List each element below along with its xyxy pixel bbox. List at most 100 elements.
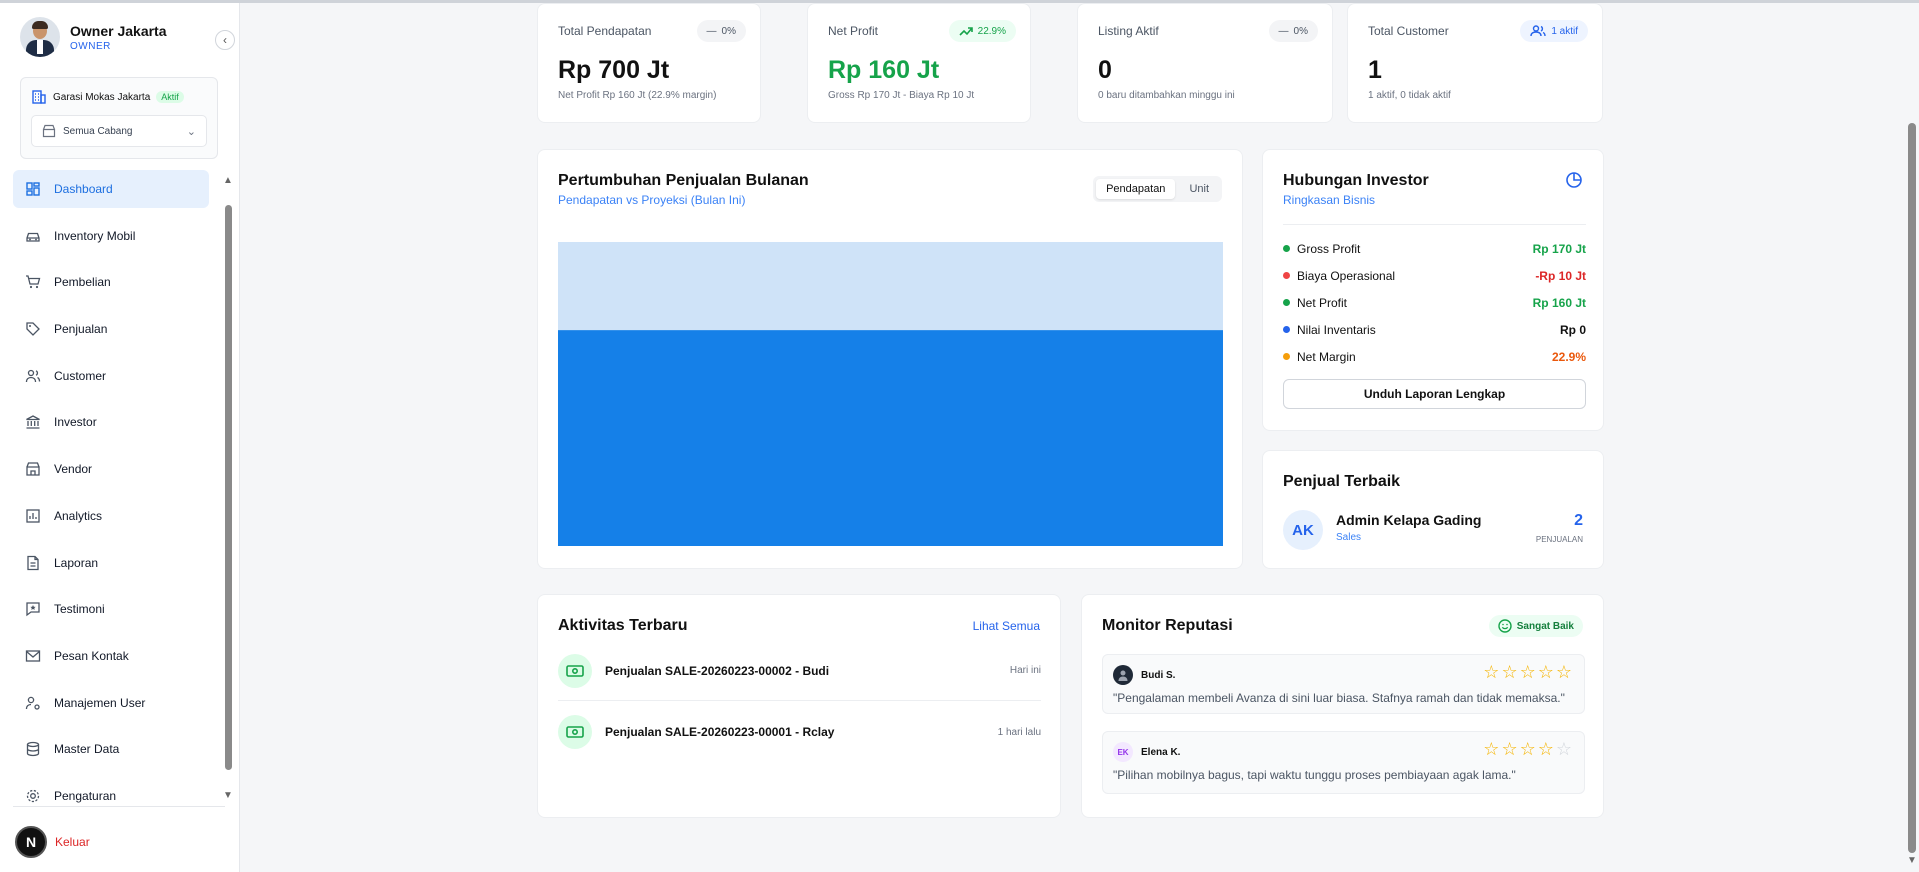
sidebar-item-pembelian[interactable]: Pembelian — [13, 263, 209, 301]
scroll-down-icon[interactable]: ▼ — [1907, 855, 1917, 866]
stat-sub: 1 aktif, 0 tidak aktif — [1368, 90, 1451, 101]
sidebar-item-dashboard[interactable]: Dashboard — [13, 170, 209, 208]
download-report-button[interactable]: Unduh Laporan Lengkap — [1283, 379, 1586, 409]
store-icon — [25, 461, 41, 477]
sidebar-item-penjualan[interactable]: Penjualan — [13, 310, 209, 348]
chart-toggle: Pendapatan Unit — [1093, 176, 1222, 202]
smile-icon — [1498, 619, 1512, 633]
tag-icon — [25, 321, 41, 337]
stat-title: Total Customer — [1368, 24, 1449, 38]
sidebar-item-label: Master Data — [54, 742, 120, 757]
star-filled-icon: ☆ — [1501, 662, 1520, 682]
star-filled-icon: ☆ — [1537, 739, 1556, 759]
activity-time: 1 hari lalu — [997, 726, 1041, 738]
star-empty-icon: ☆ — [1555, 739, 1574, 759]
reviewer-name: Elena K. — [1141, 746, 1181, 758]
activity-text: Penjualan SALE-20260223-00002 - Budi — [605, 663, 830, 678]
sidebar-scrollbar[interactable]: ▲ ▼ — [223, 175, 233, 805]
user-profile[interactable]: Owner Jakarta OWNER — [20, 17, 167, 57]
star-filled-icon: ☆ — [1483, 662, 1502, 682]
investor-title: Hubungan Investor — [1283, 172, 1429, 189]
seller-role: Sales — [1336, 532, 1362, 543]
chevron-down-icon: ⌄ — [186, 125, 196, 138]
activity-title: Aktivitas Terbaru — [558, 617, 688, 634]
mail-icon — [25, 648, 41, 664]
investor-row: Nilai Inventaris Rp 0 — [1283, 316, 1586, 343]
review-text: "Pengalaman membeli Avanza di sini luar … — [1113, 691, 1565, 705]
toggle-pendapatan[interactable]: Pendapatan — [1096, 179, 1176, 199]
star-filled-icon: ☆ — [1519, 739, 1538, 759]
scroll-up-icon[interactable]: ▲ — [223, 175, 233, 186]
sidebar-item-master-data[interactable]: Master Data — [13, 730, 209, 768]
sidebar-item-investor[interactable]: Investor — [13, 403, 209, 441]
investor-card: Hubungan Investor Ringkasan Bisnis Gross… — [1262, 149, 1604, 431]
sidebar-item-testimoni[interactable]: Testimoni — [13, 590, 209, 628]
top-seller-card: Penjual Terbaik AK Admin Kelapa Gading S… — [1262, 450, 1604, 569]
rating-stars: ☆☆☆☆☆ — [1483, 662, 1574, 683]
investor-row-value: Rp 160 Jt — [1532, 295, 1586, 310]
pie-chart-icon[interactable] — [1565, 171, 1583, 189]
sidebar-item-pesan-kontak[interactable]: Pesan Kontak — [13, 637, 209, 675]
page-scrollbar[interactable]: ▼ — [1905, 3, 1919, 872]
divider — [13, 806, 225, 807]
sidebar-item-label: Pesan Kontak — [54, 648, 129, 663]
logout-button[interactable]: N Keluar — [15, 826, 90, 858]
analytics-icon — [25, 508, 41, 524]
star-filled-icon: ☆ — [1537, 662, 1556, 682]
money-icon — [558, 715, 592, 749]
minus-icon: — — [706, 25, 717, 37]
seller-avatar: AK — [1283, 510, 1323, 550]
sidebar-item-label: Laporan — [54, 555, 99, 570]
sidebar-item-label: Pengaturan — [54, 788, 117, 803]
stat-card-total-revenue: Total Pendapatan —0% Rp 700 Jt Net Profi… — [537, 3, 761, 123]
seller-count: 2 — [1574, 512, 1583, 529]
reviewer-name: Budi S. — [1141, 669, 1176, 681]
investor-row: Biaya Operasional -Rp 10 Jt — [1283, 262, 1586, 289]
activity-card: Aktivitas Terbaru Lihat Semua Penjualan … — [537, 594, 1061, 818]
sidebar-item-label: Dashboard — [54, 182, 113, 196]
bank-icon — [25, 414, 41, 430]
stat-badge: 22.9% — [948, 20, 1016, 42]
investor-row-value: Rp 170 Jt — [1532, 241, 1586, 256]
stat-value: Rp 160 Jt — [828, 56, 940, 84]
status-dot — [1283, 299, 1290, 306]
scroll-down-icon[interactable]: ▼ — [223, 790, 233, 801]
money-icon — [558, 653, 592, 688]
sidebar-item-pengaturan[interactable]: Pengaturan — [13, 777, 209, 815]
activity-item[interactable]: Penjualan SALE-20260223-00002 - Budi Har… — [558, 641, 1041, 701]
reviewer-avatar — [1113, 665, 1133, 685]
sidebar-item-label: Vendor — [54, 462, 93, 477]
sidebar-item-laporan[interactable]: Laporan — [13, 544, 209, 582]
store-icon — [42, 124, 56, 138]
sales-area-chart — [558, 242, 1223, 546]
stat-badge: 1 aktif — [1520, 20, 1588, 42]
sidebar-item-vendor[interactable]: Vendor — [13, 450, 209, 488]
dashboard-icon — [25, 181, 41, 197]
sidebar-item-customer[interactable]: Customer — [13, 357, 209, 395]
branch-select[interactable]: Semua Cabang ⌄ — [31, 115, 207, 147]
investor-row-value: 22.9% — [1551, 349, 1586, 364]
user-settings-icon — [25, 695, 41, 711]
investor-list: Gross Profit Rp 170 Jt Biaya Operasional -R… — [1283, 235, 1586, 370]
sidebar: Owner Jakarta OWNER ‹ Garasi Mokas Jakar… — [0, 3, 240, 872]
toggle-unit[interactable]: Unit — [1179, 179, 1219, 199]
collapse-sidebar-button[interactable]: ‹ — [215, 30, 235, 50]
branch-status-badge: Aktif — [156, 91, 184, 103]
users-icon — [1530, 25, 1547, 37]
review-text: "Pilihan mobilnya bagus, tapi waktu tung… — [1113, 768, 1516, 782]
activity-item[interactable]: Penjualan SALE-20260223-00001 - Rclay 1 … — [558, 702, 1041, 762]
chevron-left-icon: ‹ — [223, 33, 227, 47]
investor-row-label: Net Profit — [1297, 295, 1348, 310]
sidebar-scroll-thumb[interactable] — [225, 205, 232, 770]
page-scroll-thumb[interactable] — [1908, 123, 1916, 853]
sidebar-nav: Dashboard Inventory Mobil Pembelian Penjual… — [13, 170, 209, 824]
sidebar-item-manajemen-user[interactable]: Manajemen User — [13, 684, 209, 722]
stat-badge: —0% — [696, 20, 746, 42]
sidebar-item-analytics[interactable]: Analytics — [13, 497, 209, 535]
reviewer-avatar: EK — [1113, 742, 1133, 762]
sidebar-item-inventory-mobil[interactable]: Inventory Mobil — [13, 217, 209, 255]
logout-label: Keluar — [55, 835, 90, 849]
status-dot — [1283, 272, 1290, 279]
cart-icon — [25, 274, 41, 290]
see-all-link[interactable]: Lihat Semua — [973, 619, 1040, 633]
